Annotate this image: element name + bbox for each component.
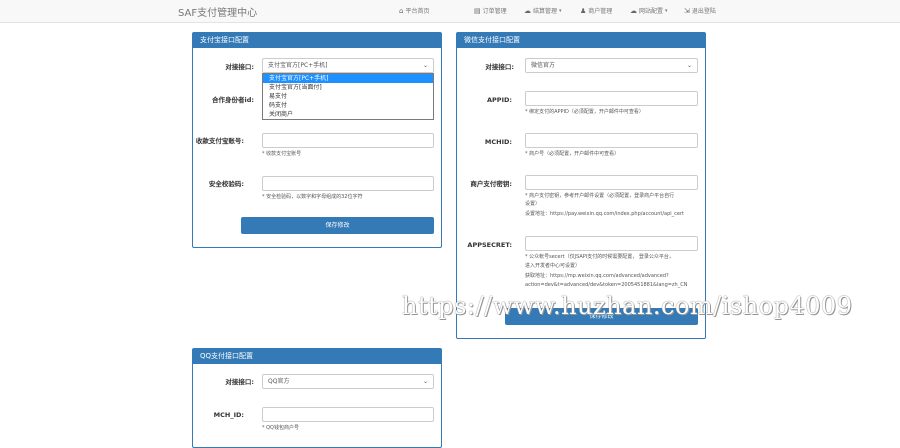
qq-mch-help: * QQ钱包商户号 — [262, 425, 299, 431]
home-icon: ⌂ — [399, 6, 404, 15]
nav-orders[interactable]: ▤ 订单管理 — [474, 6, 507, 16]
qq-interface-select[interactable]: QQ官方 ⌄ — [262, 374, 434, 389]
nav-settlement-label: 结算管理 — [533, 8, 558, 15]
wechat-key-help-2: 设置） — [525, 201, 541, 207]
alipay-interface-label: 对接接口: — [225, 63, 254, 71]
wechat-key-label: 商户支付密钥: — [470, 180, 512, 188]
wechat-key-input[interactable] — [525, 175, 698, 190]
wechat-mchid-help: * 商户号（必须配置，开户邮件中可查看） — [525, 151, 620, 157]
alipay-account-help: * 收款支付宝账号 — [262, 151, 302, 157]
wechat-key-help-1: * 商户支付密钥，参考开户邮件设置（必须配置，登录商户平台自行 — [525, 193, 675, 199]
nav-orders-label: 订单管理 — [482, 8, 507, 15]
wechat-interface-label: 对接接口: — [485, 63, 514, 71]
alipay-interface-value: 支付宝官方[PC+手机] — [268, 62, 328, 69]
nav-home[interactable]: ⌂ 平台首页 — [399, 6, 430, 16]
alipay-account-input[interactable] — [262, 133, 434, 148]
qq-interface-label: 对接接口: — [225, 378, 254, 386]
nav-site-config[interactable]: ☁ 网站配置 ▾ — [630, 6, 668, 16]
wechat-secret-help-2: 进入开发者中心可设置） — [525, 263, 581, 269]
alipay-key-help: * 安全检验码，以数字和字母组成的32位字符 — [262, 194, 363, 200]
nav-home-label: 平台首页 — [405, 8, 430, 15]
dropdown-option[interactable]: 支付宝官方[PC+手机] — [263, 74, 433, 83]
qq-config-panel: QQ支付接口配置 — [192, 348, 442, 448]
qq-interface-value: QQ官方 — [268, 378, 290, 385]
brand-title[interactable]: SAF支付管理中心 — [178, 4, 257, 19]
wechat-mchid-input[interactable] — [525, 133, 698, 148]
alipay-account-label: 收款支付宝账号: — [195, 137, 244, 145]
wechat-mchid-label: MCHID: — [484, 138, 512, 146]
wechat-secret-input[interactable] — [525, 236, 698, 251]
wechat-secret-help-4: action=dev&t=advanced/dev&token=20054518… — [525, 282, 688, 288]
alipay-panel-title: 支付宝接口配置 — [193, 33, 441, 48]
wechat-appid-help: * 绑定支付的APPID（必须配置，开户邮件中可查看） — [525, 109, 644, 115]
dropdown-option[interactable]: 关闭商户 — [263, 110, 433, 119]
alipay-save-button[interactable]: 保存修改 — [241, 217, 434, 234]
qq-mch-label: MCH_ID: — [213, 411, 244, 419]
wechat-interface-value: 微信官方 — [531, 62, 556, 69]
wechat-panel-title: 微信支付接口配置 — [457, 33, 705, 48]
wechat-interface-select[interactable]: 微信官方 ⌄ — [525, 58, 698, 73]
alipay-key-label: 安全校验码: — [208, 180, 244, 188]
chevron-down-icon: ⌄ — [422, 378, 428, 385]
wechat-appid-label: APPID: — [487, 96, 512, 104]
wechat-secret-help-3: 获取地址：https://mp.weixin.qq.com/advanced/a… — [525, 273, 669, 279]
logout-icon: ⇲ — [684, 6, 690, 15]
nav-merchants[interactable]: ♟ 商户管理 — [580, 6, 613, 16]
alipay-interface-select[interactable]: 支付宝官方[PC+手机] ⌄ — [262, 58, 434, 73]
qq-mch-input[interactable] — [262, 407, 434, 422]
qq-panel-title: QQ支付接口配置 — [193, 349, 441, 364]
alipay-partner-label: 合作身份者id: — [212, 96, 254, 104]
nav-logout-label: 退出登陆 — [691, 8, 716, 15]
cloud-icon: ☁ — [630, 6, 637, 15]
dropdown-option[interactable]: 支付宝官方[当面付] — [263, 83, 433, 92]
wechat-secret-label: APPSECRET: — [467, 241, 512, 249]
chevron-down-icon: ⌄ — [422, 62, 428, 69]
caret-down-icon: ▾ — [559, 7, 562, 14]
dropdown-option[interactable]: 码支付 — [263, 101, 433, 110]
cloud-icon: ☁ — [524, 6, 531, 15]
top-navbar: SAF支付管理中心 ⌂ 平台首页 ▤ 订单管理 ☁ 结算管理 ▾ ♟ 商户管理 … — [0, 0, 900, 23]
caret-down-icon: ▾ — [665, 7, 668, 14]
nav-site-config-label: 网站配置 — [639, 8, 664, 15]
nav-merchants-label: 商户管理 — [588, 8, 613, 15]
nav-settlement[interactable]: ☁ 结算管理 ▾ — [524, 6, 562, 16]
wechat-secret-help-1: * 公众帐号secert（仅JSAPI支付的时候需要配置， 登录公众平台， — [525, 254, 674, 260]
wechat-appid-input[interactable] — [525, 91, 698, 106]
alipay-key-input[interactable] — [262, 176, 434, 191]
chevron-down-icon: ⌄ — [686, 62, 692, 69]
wechat-key-help-3: 设置地址：https://pay.weixin.qq.com/index.php… — [525, 211, 684, 217]
nav-logout[interactable]: ⇲ 退出登陆 — [684, 6, 716, 16]
dropdown-option[interactable]: 易支付 — [263, 92, 433, 101]
user-icon: ♟ — [580, 6, 587, 15]
cart-icon: ▤ — [474, 6, 481, 15]
watermark-text: https://www.huzhan.com/ishop4009 — [402, 292, 853, 320]
alipay-interface-dropdown[interactable]: 支付宝官方[PC+手机] 支付宝官方[当面付] 易支付 码支付 关闭商户 — [262, 73, 434, 120]
